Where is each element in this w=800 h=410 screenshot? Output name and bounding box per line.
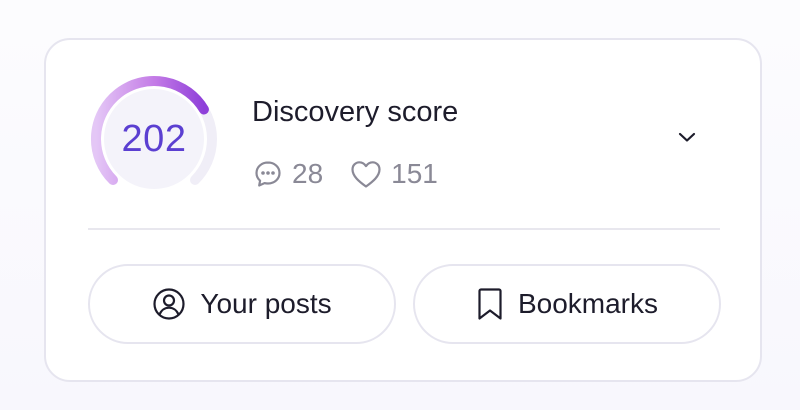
page: 202 Discovery score 28 151 Your posts Bo… (0, 0, 800, 410)
comments-stat: 28 (252, 158, 323, 190)
heart-icon (349, 158, 383, 190)
bookmarks-button[interactable]: Bookmarks (413, 264, 721, 344)
discovery-score-card: 202 Discovery score 28 151 Your posts Bo… (44, 38, 762, 382)
score-title: Discovery score (252, 96, 459, 128)
bookmark-icon (476, 286, 504, 322)
engagement-stats: 28 151 (252, 156, 438, 192)
chevron-down-icon (678, 130, 696, 148)
expand-toggle-button[interactable] (674, 126, 700, 152)
likes-count: 151 (391, 158, 438, 189)
comments-count: 28 (292, 158, 324, 189)
divider (88, 228, 720, 230)
score-value: 202 (121, 117, 187, 160)
your-posts-label: Your posts (200, 288, 332, 319)
your-posts-button[interactable]: Your posts (88, 264, 396, 344)
score-gauge: 202 (88, 73, 220, 205)
user-circle-icon (152, 287, 186, 321)
bookmarks-label: Bookmarks (517, 288, 659, 319)
likes-stat: 151 (349, 158, 438, 190)
comment-bubble-icon (252, 158, 284, 190)
